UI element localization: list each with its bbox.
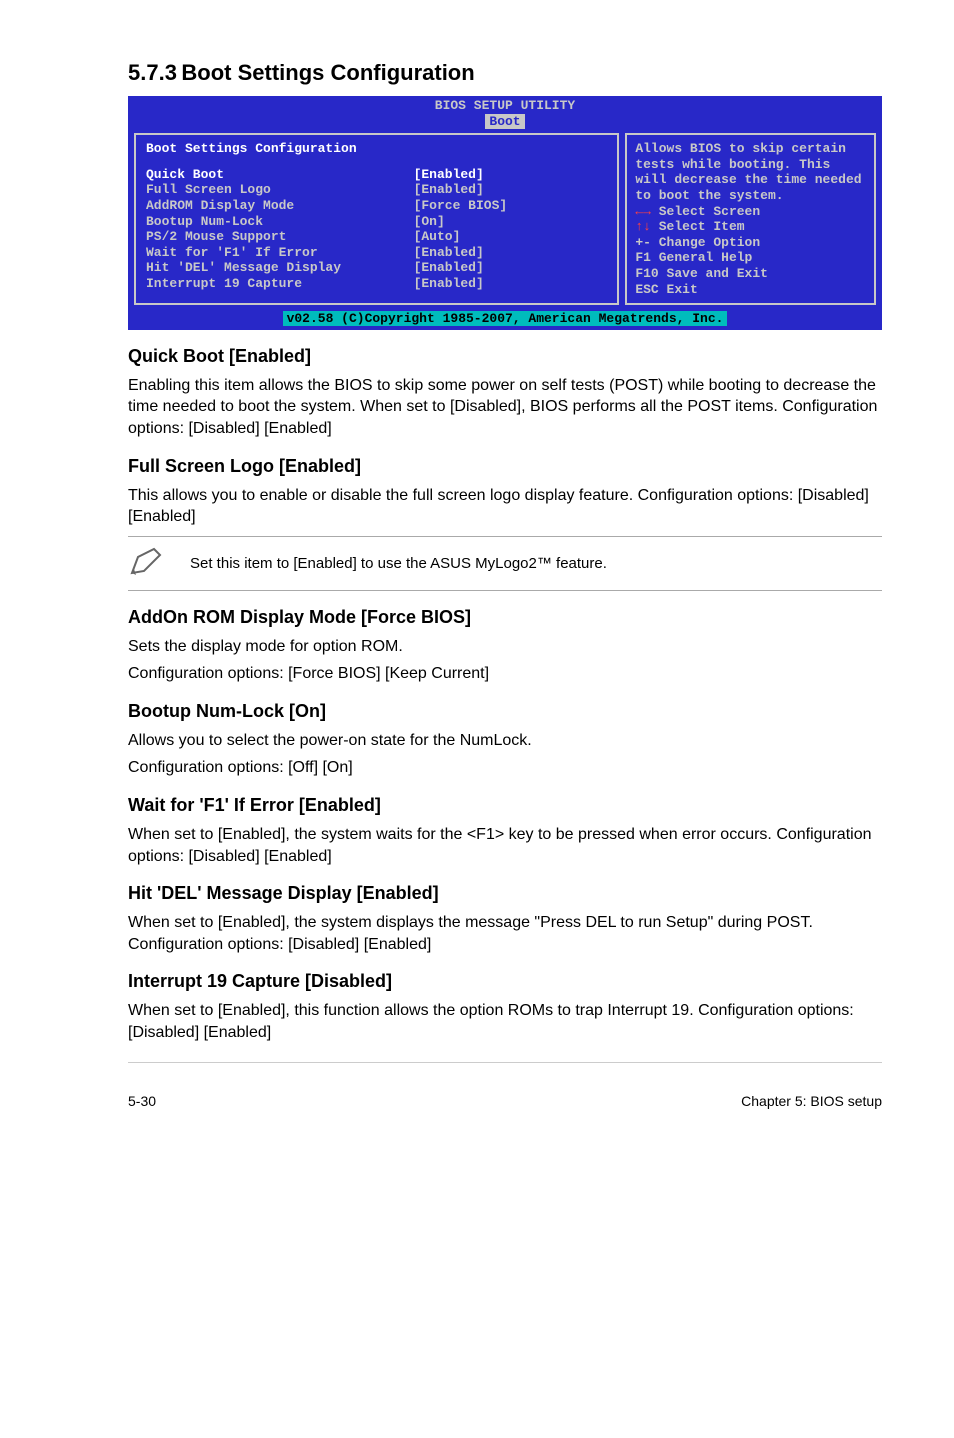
note-text: Set this item to [Enabled] to use the AS…: [190, 555, 607, 572]
subsection-heading: Full Screen Logo [Enabled]: [128, 456, 882, 477]
key-icon: ↑↓: [635, 219, 651, 234]
body-text: When set to [Enabled], the system displa…: [128, 912, 882, 955]
body-text: Sets the display mode for option ROM.: [128, 636, 882, 658]
bios-setting-row: Interrupt 19 Capture[Enabled]: [146, 276, 607, 292]
bios-setting-label: PS/2 Mouse Support: [146, 229, 414, 245]
subsection-heading: Interrupt 19 Capture [Disabled]: [128, 971, 882, 992]
section-title: Boot Settings Configuration: [181, 60, 474, 85]
body-text: When set to [Enabled], this function all…: [128, 1000, 882, 1043]
bios-title: BIOS SETUP UTILITY: [128, 96, 882, 114]
bios-setting-label: AddROM Display Mode: [146, 198, 414, 214]
bios-key-hint: ←→ Select Screen: [635, 204, 866, 220]
bios-help-text: Allows BIOS to skip certain tests while …: [635, 141, 866, 203]
bios-key-hint: F1 General Help: [635, 250, 866, 266]
bios-footer: v02.58 (C)Copyright 1985-2007, American …: [128, 311, 882, 330]
bios-setting-row: AddROM Display Mode[Force BIOS]: [146, 198, 607, 214]
bios-key-hint: ↑↓ Select Item: [635, 219, 866, 235]
bios-left-panel: Boot Settings Configuration Quick Boot[E…: [134, 133, 619, 305]
bios-key-help: ←→ Select Screen↑↓ Select Item+- Change …: [635, 204, 866, 298]
bios-setting-row: Hit 'DEL' Message Display[Enabled]: [146, 260, 607, 276]
bios-setting-label: Bootup Num-Lock: [146, 214, 414, 230]
subsection-heading: Hit 'DEL' Message Display [Enabled]: [128, 883, 882, 904]
bios-panel-title: Boot Settings Configuration: [146, 141, 607, 157]
pencil-icon: [128, 545, 168, 582]
bios-setting-row: Wait for 'F1' If Error[Enabled]: [146, 245, 607, 261]
bios-tab-row: Boot: [128, 114, 882, 132]
bios-key-hint: ESC Exit: [635, 282, 866, 298]
bios-key-hint: F10 Save and Exit: [635, 266, 866, 282]
key-icon: ESC: [635, 282, 658, 297]
bios-setting-label: Interrupt 19 Capture: [146, 276, 414, 292]
bios-setting-value: [Auto]: [414, 229, 608, 245]
bios-setting-label: Full Screen Logo: [146, 182, 414, 198]
bios-setting-value: [On]: [414, 214, 608, 230]
note-box: Set this item to [Enabled] to use the AS…: [128, 536, 882, 591]
subsection-heading: Wait for 'F1' If Error [Enabled]: [128, 795, 882, 816]
chapter-label: Chapter 5: BIOS setup: [741, 1093, 882, 1109]
body-text: Enabling this item allows the BIOS to sk…: [128, 375, 882, 440]
subsection-heading: Bootup Num-Lock [On]: [128, 701, 882, 722]
bios-setting-label: Hit 'DEL' Message Display: [146, 260, 414, 276]
body-text: This allows you to enable or disable the…: [128, 485, 882, 528]
page-number: 5-30: [128, 1093, 156, 1109]
bios-key-hint: +- Change Option: [635, 235, 866, 251]
bios-setting-value: [Force BIOS]: [414, 198, 608, 214]
body-text: Allows you to select the power-on state …: [128, 730, 882, 752]
key-icon: +-: [635, 235, 651, 250]
bios-setting-row: PS/2 Mouse Support[Auto]: [146, 229, 607, 245]
body-text: Configuration options: [Force BIOS] [Kee…: [128, 663, 882, 685]
section-header: 5.7.3 Boot Settings Configuration: [128, 60, 882, 86]
bios-setting-row: Quick Boot[Enabled]: [146, 167, 607, 183]
bios-screenshot: BIOS SETUP UTILITY Boot Boot Settings Co…: [128, 96, 882, 330]
key-icon: F1: [635, 250, 651, 265]
bios-setting-label: Quick Boot: [146, 167, 414, 183]
bios-setting-row: Full Screen Logo[Enabled]: [146, 182, 607, 198]
key-icon: ←→: [635, 204, 651, 219]
key-icon: F10: [635, 266, 658, 281]
bios-setting-value: [Enabled]: [414, 167, 608, 183]
section-number: 5.7.3: [128, 60, 177, 85]
bios-tab-boot: Boot: [485, 114, 524, 129]
bios-setting-row: Bootup Num-Lock[On]: [146, 214, 607, 230]
bios-setting-label: Wait for 'F1' If Error: [146, 245, 414, 261]
subsection-heading: Quick Boot [Enabled]: [128, 346, 882, 367]
page-footer: 5-30 Chapter 5: BIOS setup: [128, 1089, 882, 1109]
body-text: Configuration options: [Off] [On]: [128, 757, 882, 779]
bios-help-panel: Allows BIOS to skip certain tests while …: [625, 133, 876, 305]
bios-setting-value: [Enabled]: [414, 245, 608, 261]
subsection-heading: AddOn ROM Display Mode [Force BIOS]: [128, 607, 882, 628]
bios-setting-value: [Enabled]: [414, 260, 608, 276]
bios-setting-value: [Enabled]: [414, 276, 608, 292]
body-text: When set to [Enabled], the system waits …: [128, 824, 882, 867]
bios-setting-value: [Enabled]: [414, 182, 608, 198]
